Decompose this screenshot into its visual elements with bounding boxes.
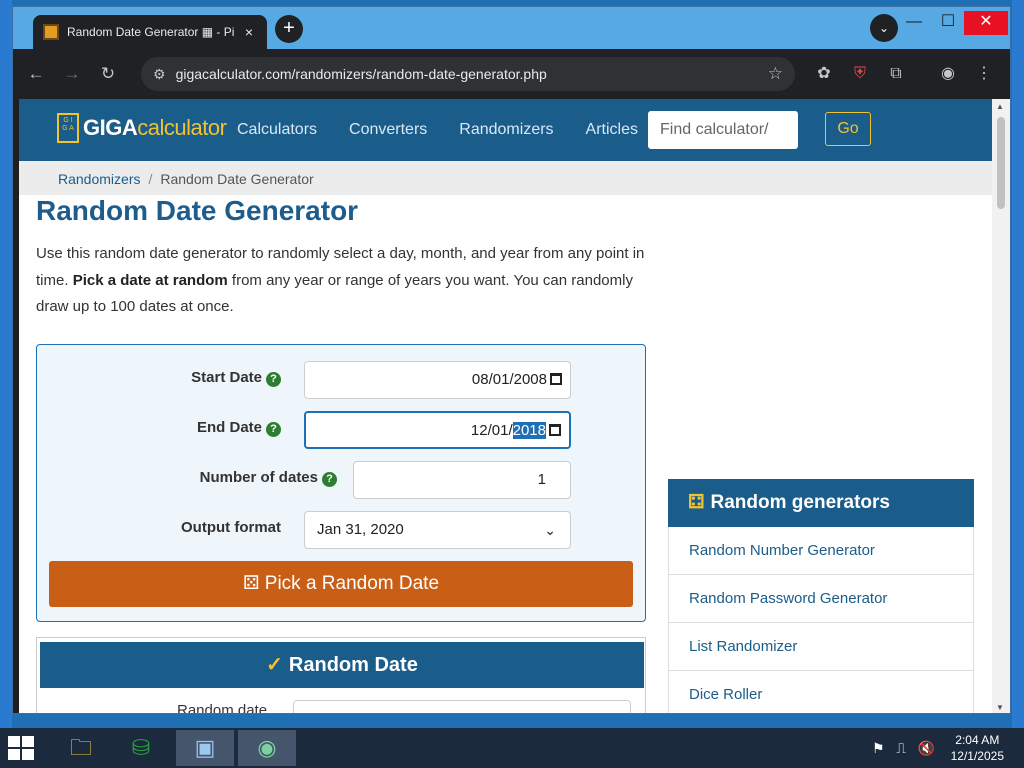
breadcrumb-separator: / xyxy=(148,171,153,187)
store-icon[interactable]: ⛁ xyxy=(112,730,170,766)
output-format-label: Output format xyxy=(181,519,281,536)
tab-search-button[interactable]: ⌄ xyxy=(870,14,898,42)
file-explorer-icon[interactable]: 🗀 xyxy=(52,730,110,766)
number-of-dates-input[interactable]: 1 xyxy=(353,461,571,499)
sidebar-item-dice-roller[interactable]: Dice Roller xyxy=(669,671,973,713)
logo-text: GIGAcalculator xyxy=(83,115,227,140)
site-info-icon[interactable]: ⚙ xyxy=(153,66,166,83)
tab-close-icon[interactable]: × xyxy=(241,24,257,40)
scroll-up-icon[interactable]: ▲ xyxy=(996,102,1004,111)
nav-converters[interactable]: Converters xyxy=(349,121,427,139)
breadcrumb-current: Random Date Generator xyxy=(160,171,314,187)
windows-start-icon[interactable] xyxy=(8,736,36,762)
site-favicon-icon xyxy=(43,24,59,40)
scroll-thumb[interactable] xyxy=(997,117,1005,209)
photos-app-icon[interactable]: ▣ xyxy=(176,730,234,766)
random-date-output[interactable] xyxy=(293,700,631,713)
page-viewport: G IG A GIGAcalculator Calculators Conver… xyxy=(19,99,993,714)
desktop-edge-right xyxy=(1012,0,1024,728)
breadcrumb: Randomizers / Random Date Generator xyxy=(19,161,993,195)
main-content: Random Date Generator Use this random da… xyxy=(36,195,648,321)
profile-icon[interactable]: ◉ xyxy=(933,59,963,89)
help-icon[interactable]: ? xyxy=(322,472,337,487)
help-icon[interactable]: ? xyxy=(266,422,281,437)
breadcrumb-randomizers[interactable]: Randomizers xyxy=(58,171,140,187)
forward-icon[interactable]: → xyxy=(57,59,87,89)
logo-mark-icon: G IG A xyxy=(57,113,79,143)
page-title: Random Date Generator xyxy=(36,195,359,226)
sidebar-heading: ⚃ Random generators xyxy=(668,479,974,527)
clock-time: 2:04 AM xyxy=(955,733,1000,747)
network-icon[interactable]: ⎍ xyxy=(896,740,906,756)
desktop-edge-left xyxy=(0,0,12,728)
site-header: G IG A GIGAcalculator Calculators Conver… xyxy=(19,99,993,161)
intro-text: Use this random date generator to random… xyxy=(36,245,645,315)
sidebar-list: Random Number Generator Random Password … xyxy=(668,527,974,713)
result-heading: ✓ Random Date xyxy=(40,642,644,688)
volume-muted-icon[interactable]: 🔇 xyxy=(918,740,935,756)
random-date-label: Random date xyxy=(177,702,268,714)
minimize-icon[interactable]: — xyxy=(898,11,930,35)
main-nav: Calculators Converters Randomizers Artic… xyxy=(237,121,670,139)
selected-year-text: 2018 xyxy=(512,422,546,439)
site-logo[interactable]: G IG A GIGAcalculator xyxy=(57,113,227,143)
nav-calculators[interactable]: Calculators xyxy=(237,121,317,139)
number-of-dates-label: Number of dates? xyxy=(200,469,337,487)
taskbar-clock[interactable]: 2:04 AM 12/1/2025 xyxy=(951,732,1004,764)
pick-random-date-button[interactable]: ⚄ Pick a Random Date xyxy=(49,561,633,607)
nav-articles[interactable]: Articles xyxy=(586,121,638,139)
start-date-input[interactable]: 08/01/2008 xyxy=(304,361,571,399)
sidebar-item-random-number[interactable]: Random Number Generator xyxy=(669,527,973,575)
date-form: Start Date? 08/01/2008 End Date? 12/01/2… xyxy=(36,344,646,622)
calendar-icon[interactable] xyxy=(550,373,562,385)
ublock-icon[interactable]: ⛨ xyxy=(845,59,875,89)
url-text: gigacalculator.com/randomizers/random-da… xyxy=(175,66,547,82)
browser-toolbar: ← → ↻ ⚙ gigacalculator.com/randomizers/r… xyxy=(13,49,1010,99)
tab-title: Random Date Generator ▦ - Pi xyxy=(67,25,235,39)
flag-icon[interactable]: ⚑ xyxy=(872,740,885,756)
end-date-label: End Date? xyxy=(197,419,281,437)
close-window-icon[interactable]: ✕ xyxy=(964,11,1008,35)
chevron-down-icon: ⌄ xyxy=(544,522,556,538)
browser-window: Random Date Generator ▦ - Pi × + ⌄ — ☐ ✕… xyxy=(12,6,1011,714)
bookmark-star-icon[interactable]: ☆ xyxy=(768,64,783,84)
extensions-puzzle-icon[interactable]: ⧉ xyxy=(881,59,911,89)
start-date-label: Start Date? xyxy=(191,369,281,387)
sidebar-item-list-randomizer[interactable]: List Randomizer xyxy=(669,623,973,671)
checkmark-icon: ✓ xyxy=(266,654,283,676)
browser-tab[interactable]: Random Date Generator ▦ - Pi × xyxy=(33,15,267,49)
clock-date: 12/1/2025 xyxy=(950,749,1004,763)
chrome-app-icon[interactable]: ◉ xyxy=(238,730,296,766)
sidebar-random-generators: ⚃ Random generators Random Number Generat… xyxy=(668,479,974,713)
result-card: ✓ Random Date Random date xyxy=(36,637,646,714)
calendar-icon[interactable] xyxy=(549,424,561,436)
dice-icon: ⚃ xyxy=(688,492,705,513)
search-go-button[interactable]: Go xyxy=(825,112,871,146)
menu-kebab-icon[interactable]: ⋮ xyxy=(969,59,999,89)
scroll-down-icon[interactable]: ▼ xyxy=(996,703,1004,712)
calculator-search-input[interactable]: Find calculator/ xyxy=(648,111,798,149)
address-bar[interactable]: ⚙ gigacalculator.com/randomizers/random-… xyxy=(141,57,795,91)
dice-icon: ⚄ xyxy=(242,573,265,594)
back-icon[interactable]: ← xyxy=(21,59,51,89)
maximize-icon[interactable]: ☐ xyxy=(932,11,964,35)
sidebar-item-random-password[interactable]: Random Password Generator xyxy=(669,575,973,623)
system-tray: ⚑ ⎍ 🔇 xyxy=(872,740,935,757)
nav-randomizers[interactable]: Randomizers xyxy=(459,121,553,139)
help-icon[interactable]: ? xyxy=(266,372,281,387)
taskbar: 🗀 ⛁ ▣ ◉ ⚑ ⎍ 🔇 2:04 AM 12/1/2025 xyxy=(0,728,1024,768)
new-tab-button[interactable]: + xyxy=(275,15,303,43)
output-format-select[interactable]: Jan 31, 2020 ⌄ xyxy=(304,511,571,549)
tab-strip: Random Date Generator ▦ - Pi × + ⌄ — ☐ ✕ xyxy=(13,7,1010,49)
reload-icon[interactable]: ↻ xyxy=(93,59,123,89)
page-scrollbar[interactable]: ▲ ▼ xyxy=(992,99,1010,713)
extension-icon[interactable]: ✿ xyxy=(809,59,839,89)
end-date-input[interactable]: 12/01/2018 xyxy=(304,411,571,449)
